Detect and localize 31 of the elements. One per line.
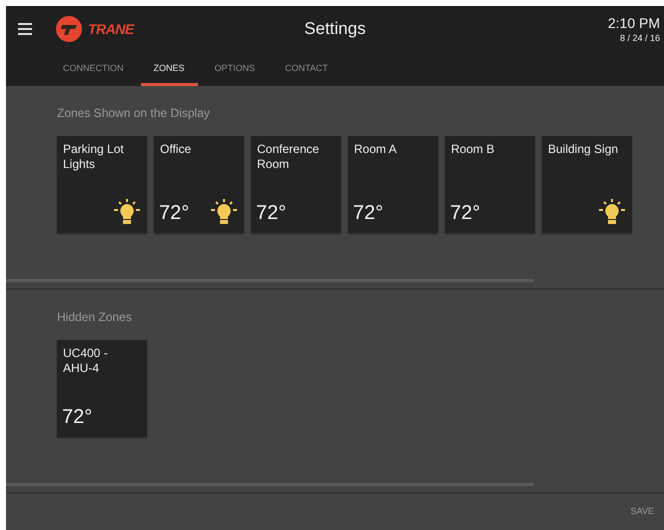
zone-name: Conference Room (257, 142, 320, 172)
logo-text: TRANE (88, 21, 134, 37)
zone-tile[interactable]: Conference Room 72° (251, 136, 341, 233)
zone-name: Room B (451, 142, 496, 157)
logo-icon (56, 16, 82, 42)
zone-temperature: 72° (62, 406, 92, 429)
section-title: Hidden Zones (57, 310, 132, 324)
zone-name: UC400 - AHU-4 (63, 346, 109, 376)
save-button[interactable]: SAVE (628, 504, 656, 518)
zone-name: Building Sign (548, 142, 620, 157)
zone-temperature: 72° (159, 202, 190, 225)
tab[interactable]: CONNECTION (50, 52, 136, 86)
clock-time: 2:10 PM (608, 15, 660, 31)
clock-date: 8 / 24 / 16 (620, 33, 660, 43)
section-title: Zones Shown on the Display (57, 106, 210, 120)
zone-tile[interactable]: Parking Lot Lights (57, 136, 147, 233)
zone-tile[interactable]: Office 72° (154, 136, 244, 233)
zone-tile[interactable]: Room B 72° (445, 136, 535, 233)
zone-temperature: 72° (256, 202, 286, 225)
tab[interactable]: OPTIONS (202, 52, 268, 86)
zone-temperature: 72° (450, 202, 480, 225)
zone-temperature: 72° (353, 202, 384, 225)
zone-tile[interactable]: Building Sign (542, 136, 632, 233)
zone-name: Parking Lot Lights (63, 142, 125, 172)
page-title: Settings (304, 19, 366, 38)
tab[interactable]: CONTACT (272, 52, 341, 86)
zone-name: Office (160, 142, 192, 157)
zone-tile[interactable]: Room A 72° (348, 136, 438, 233)
zone-tile[interactable]: UC400 - AHU-4 72° (57, 340, 147, 437)
tab[interactable]: ZONES (140, 52, 198, 86)
zone-name: Room A (354, 142, 398, 157)
